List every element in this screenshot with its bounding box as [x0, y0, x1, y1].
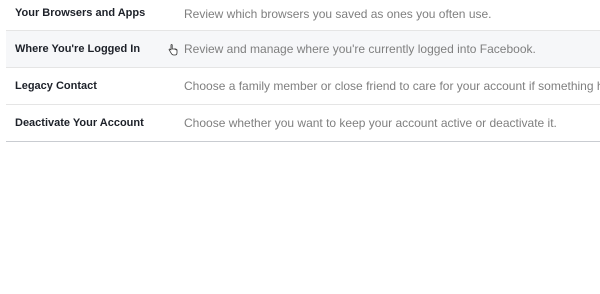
- settings-row-where-logged-in[interactable]: Where You're Logged In Review and manage…: [6, 30, 600, 67]
- row-title: Where You're Logged In: [15, 43, 141, 55]
- row-description: Choose whether you want to keep your acc…: [184, 116, 557, 130]
- settings-row-deactivate-account[interactable]: Deactivate Your Account Choose whether y…: [6, 104, 600, 141]
- security-settings-list: Your Browsers and Apps Review which brow…: [6, 0, 600, 142]
- row-description: Choose a family member or close friend t…: [184, 79, 600, 93]
- row-description: Review which browsers you saved as ones …: [184, 7, 492, 21]
- hand-pointer-icon: [168, 43, 178, 56]
- row-title: Deactivate Your Account: [15, 117, 144, 129]
- settings-row-legacy-contact[interactable]: Legacy Contact Choose a family member or…: [6, 67, 600, 104]
- settings-row-browsers-and-apps[interactable]: Your Browsers and Apps Review which brow…: [6, 0, 600, 30]
- row-title: Legacy Contact: [15, 80, 97, 92]
- row-title: Your Browsers and Apps: [15, 7, 146, 19]
- row-description: Review and manage where you're currently…: [184, 42, 536, 56]
